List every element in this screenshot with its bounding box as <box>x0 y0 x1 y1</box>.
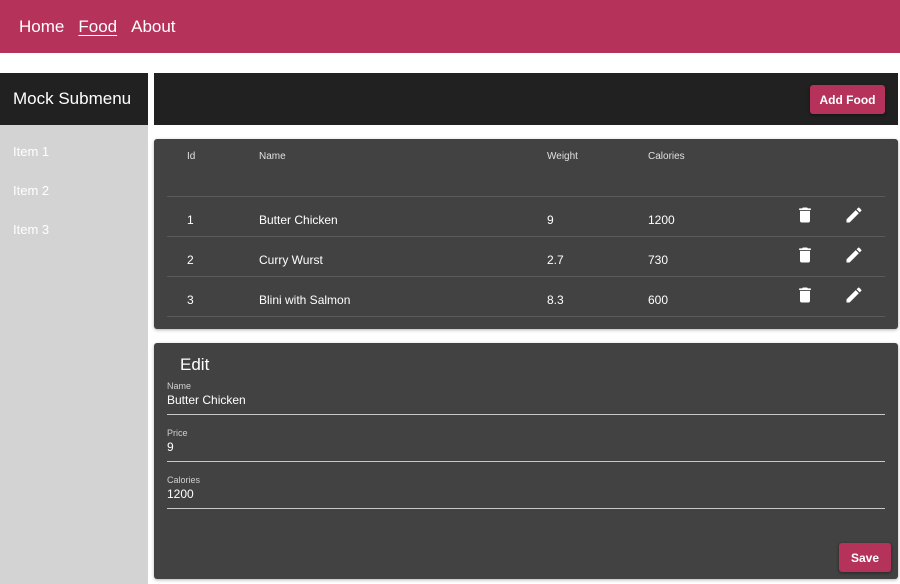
sidebar-menu: Item 1 Item 2 Item 3 <box>0 125 148 259</box>
pencil-icon[interactable] <box>844 205 864 225</box>
nav-food-link[interactable]: Food <box>78 17 117 37</box>
cell-name: Blini with Salmon <box>259 293 351 307</box>
name-input[interactable] <box>167 393 885 407</box>
price-field: Price <box>167 428 885 462</box>
table-row[interactable]: 1 Butter Chicken 9 1200 <box>167 197 885 237</box>
name-field: Name <box>167 381 885 415</box>
sidebar-item-3[interactable]: Item 3 <box>0 220 148 259</box>
column-header-weight[interactable]: Weight <box>547 151 578 162</box>
column-header-id[interactable]: Id <box>187 151 195 162</box>
cell-name: Curry Wurst <box>259 253 323 267</box>
sidebar: Mock Submenu Item 1 Item 2 Item 3 <box>0 73 148 584</box>
cell-name: Butter Chicken <box>259 213 338 227</box>
top-navbar: Home Food About <box>0 0 900 53</box>
cell-id: 2 <box>187 253 194 267</box>
price-input[interactable] <box>167 440 885 454</box>
cell-weight: 8.3 <box>547 293 564 307</box>
save-button[interactable]: Save <box>839 543 891 572</box>
food-table: Id Name Weight Calories 1 Butter Chicken… <box>154 139 898 329</box>
cell-calories: 1200 <box>648 213 675 227</box>
toolbar: Add Food <box>154 73 898 125</box>
add-food-button[interactable]: Add Food <box>810 85 885 114</box>
column-header-name[interactable]: Name <box>259 151 286 162</box>
nav-about-link[interactable]: About <box>131 17 175 37</box>
table-row[interactable]: 2 Curry Wurst 2.7 730 <box>167 237 885 277</box>
column-header-calories[interactable]: Calories <box>648 151 685 162</box>
pencil-icon[interactable] <box>844 285 864 305</box>
sidebar-title: Mock Submenu <box>0 73 148 125</box>
cell-weight: 9 <box>547 213 554 227</box>
calories-input[interactable] <box>167 487 885 501</box>
pencil-icon[interactable] <box>844 245 864 265</box>
cell-calories: 730 <box>648 253 669 267</box>
name-field-label: Name <box>167 381 192 391</box>
trash-icon[interactable] <box>795 285 815 305</box>
table-row[interactable]: 3 Blini with Salmon 8.3 600 <box>167 277 885 317</box>
cell-id: 3 <box>187 293 194 307</box>
trash-icon[interactable] <box>795 245 815 265</box>
sidebar-item-1[interactable]: Item 1 <box>0 142 148 181</box>
price-field-label: Price <box>167 428 188 438</box>
cell-id: 1 <box>187 213 194 227</box>
edit-form: Edit Name Price Calories Save <box>154 343 898 579</box>
cell-calories: 600 <box>648 293 669 307</box>
calories-field-label: Calories <box>167 475 201 485</box>
trash-icon[interactable] <box>795 205 815 225</box>
table-header: Id Name Weight Calories <box>167 139 885 197</box>
calories-field: Calories <box>167 475 885 509</box>
cell-weight: 2.7 <box>547 253 564 267</box>
edit-title: Edit <box>180 355 210 374</box>
nav-home-link[interactable]: Home <box>19 17 64 37</box>
sidebar-item-2[interactable]: Item 2 <box>0 181 148 220</box>
